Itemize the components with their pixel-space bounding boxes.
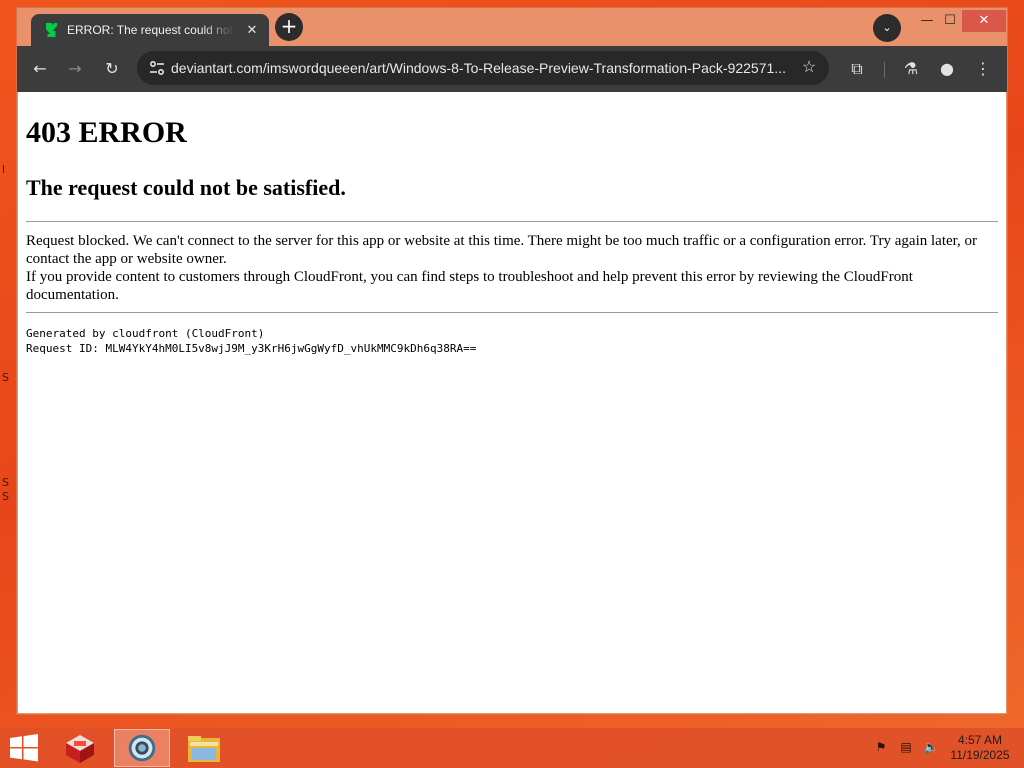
tab-close-icon[interactable]: ✕ [243, 21, 261, 39]
action-center-flag-icon[interactable]: ⚑ [872, 740, 890, 756]
taskbar: ⚑ ▤ 🔈 4:57 AM 11/19/2025 [0, 728, 1024, 768]
desktop-edge-glyph: S [2, 371, 9, 384]
address-bar[interactable]: deviantart.com/imswordqueeen/art/Windows… [137, 51, 829, 85]
clock-date: 11/19/2025 [950, 748, 1010, 762]
close-window-button[interactable]: ✕ [962, 10, 1006, 32]
browser-window: ERROR: The request could not be satisfie… [17, 8, 1007, 714]
volume-muted-icon[interactable]: 🔈 [922, 740, 940, 756]
cloudfront-details: Generated by cloudfront (CloudFront) Req… [26, 326, 998, 356]
new-tab-button[interactable]: + [275, 13, 303, 41]
toolbar-divider [884, 62, 885, 78]
error-paragraph-1: Request blocked. We can't connect to the… [26, 233, 978, 267]
request-id-text: Request ID: MLW4YkY4hM0LI5v8wjJ9M_y3KrH6… [26, 342, 477, 355]
labs-flask-icon[interactable]: ⚗ [899, 57, 923, 81]
tab-title: ERROR: The request could not be satisfie… [67, 23, 235, 37]
windows-start-icon[interactable] [8, 734, 40, 762]
clock-time: 4:57 AM [957, 733, 1003, 747]
reload-icon[interactable]: ↻ [100, 57, 124, 81]
network-icon[interactable]: ▤ [897, 740, 915, 756]
error-description: Request blocked. We can't connect to the… [26, 232, 998, 304]
profile-avatar-icon[interactable]: ● [935, 57, 959, 81]
error-heading: 403 ERROR [26, 116, 187, 149]
divider [26, 221, 998, 222]
browser-tab[interactable]: ERROR: The request could not be satisfie… [31, 14, 269, 46]
browser-menu-icon[interactable]: ⋮ [971, 57, 995, 81]
tab-search-chevron-icon[interactable]: ⌄ [873, 14, 901, 42]
taskbar-app-red-icon[interactable] [52, 729, 108, 767]
page-viewport: 403 ERROR The request could not be satis… [18, 92, 1006, 713]
site-info-tune-icon[interactable] [145, 56, 169, 80]
url-text[interactable]: deviantart.com/imswordqueeen/art/Windows… [171, 60, 791, 76]
error-subheading: The request could not be satisfied. [26, 175, 346, 200]
extensions-puzzle-icon[interactable]: ⧉ [845, 57, 869, 81]
deviantart-favicon-icon [46, 23, 57, 37]
browser-toolbar: ← → ↻ deviantart.com/imswordqueeen/art/W… [17, 46, 1007, 92]
system-clock[interactable]: 4:57 AM 11/19/2025 [940, 733, 1020, 763]
bookmark-star-icon[interactable]: ☆ [797, 56, 821, 80]
error-paragraph-2: If you provide content to customers thro… [26, 269, 913, 303]
desktop-edge-glyph: l [2, 163, 6, 176]
generated-by-text: Generated by cloudfront (CloudFront) [26, 327, 265, 340]
divider [26, 312, 998, 313]
back-arrow-icon[interactable]: ← [28, 57, 52, 81]
taskbar-browser-icon[interactable] [114, 729, 170, 767]
title-bar: ERROR: The request could not be satisfie… [17, 8, 1007, 46]
forward-arrow-icon[interactable]: → [63, 57, 87, 81]
file-explorer-folder-icon[interactable] [176, 729, 232, 767]
desktop-edge-glyph: S [2, 476, 9, 489]
desktop-edge-glyph: S [2, 490, 9, 503]
error-page-content: 403 ERROR The request could not be satis… [18, 116, 1006, 356]
